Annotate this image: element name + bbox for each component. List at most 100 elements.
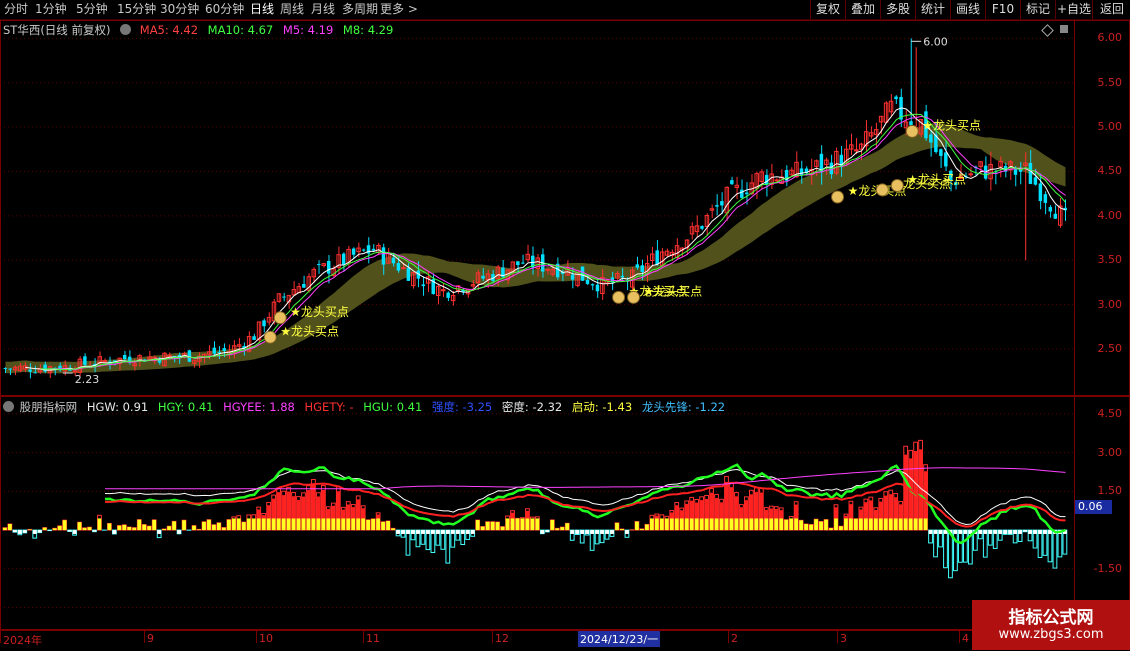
candle-body [73, 371, 76, 372]
tab-10[interactable]: 更多 > [380, 1, 418, 18]
indicator-bar-neg-top [1003, 530, 1007, 534]
tab-9[interactable]: 多周期 [342, 1, 378, 18]
indicator-bar-low [710, 518, 714, 530]
indicator-bar-neg-top [959, 530, 963, 534]
candle-body [446, 293, 449, 298]
candle-body [103, 361, 106, 362]
buy-signal-label: ★龙头买点 [644, 284, 703, 298]
toolbar-button-4[interactable]: 画线 [950, 0, 985, 19]
indicator-chart[interactable] [0, 397, 1074, 629]
indicator-bar-neg-top [595, 530, 599, 534]
toolbar-button-7[interactable]: +自选 [1055, 0, 1092, 19]
indicator-bar-low [645, 524, 649, 530]
watermark-title: 指标公式网 [972, 603, 1130, 628]
date-tick-mark [256, 631, 257, 643]
indicator-bar-low [904, 518, 908, 530]
indicator-bar-low [565, 523, 569, 530]
indicator-bar-low [142, 525, 146, 530]
indicator-bar-low [481, 527, 485, 530]
toolbar-button-8[interactable]: 返回 [1092, 0, 1130, 19]
price-chart[interactable]: 6.002.23★龙头买点★龙头买点★龙头买点★龙头买点★龙头买点★龙头买点★龙… [0, 21, 1074, 395]
candle-body [765, 175, 768, 185]
tab-5[interactable]: 60分钟 [205, 1, 244, 18]
indicator-bar-low [829, 528, 833, 530]
indicator-bar-low [182, 520, 186, 530]
tab-4[interactable]: 30分钟 [160, 1, 199, 18]
toolbar-button-6[interactable]: 标记 [1020, 0, 1055, 19]
indicator-bar-low [122, 525, 126, 530]
indicator-bar-neg [1058, 530, 1062, 557]
toolbar-button-0[interactable]: 复权 [810, 0, 845, 19]
indicator-bar-neg-top [426, 530, 430, 534]
indicator-bar-low [809, 525, 813, 530]
tab-2[interactable]: 5分钟 [76, 1, 108, 18]
indicator-bar-neg [1048, 530, 1052, 562]
indicator-bar-low [749, 518, 753, 530]
tab-8[interactable]: 月线 [311, 1, 335, 18]
toolbar-button-5[interactable]: F10 [985, 0, 1020, 19]
indicator-bar-low [237, 518, 241, 530]
money-bag-icon [891, 179, 903, 191]
indicator-bar-low [685, 518, 689, 530]
low-price-label: 2.23 [75, 373, 100, 386]
indicator-bar-low [292, 518, 296, 530]
money-bag-icon [274, 312, 286, 324]
selected-date[interactable]: 2024/12/23/一 [578, 631, 660, 647]
indicator-bar-neg-top [585, 530, 589, 534]
tab-6[interactable]: 日线 [250, 1, 274, 18]
indicator-bar-low [759, 518, 763, 530]
candle-body [571, 275, 574, 280]
tab-7[interactable]: 周线 [280, 1, 304, 18]
tab-0[interactable]: 分时 [4, 1, 28, 18]
watermark-url: www.zbgs3.com [972, 627, 1130, 642]
candle-body [855, 150, 858, 151]
indicator-bar-low [147, 526, 151, 530]
tab-3[interactable]: 15分钟 [117, 1, 156, 18]
candle-body [317, 264, 320, 265]
indicator-bar-low [550, 520, 554, 530]
indicator-bar-neg-top [978, 530, 982, 534]
toolbar-button-2[interactable]: 多股 [880, 0, 915, 19]
tab-1[interactable]: 1分钟 [35, 1, 67, 18]
indicator-bar-neg [1053, 530, 1057, 568]
price-tick: 4.00 [1082, 209, 1122, 222]
indicator-bar-low [769, 518, 773, 530]
indicator-bar-low [287, 518, 291, 530]
indicator-bar-low [162, 529, 166, 530]
indicator-bar-low [302, 518, 306, 530]
indicator-bar-low [869, 518, 873, 530]
candle-body [252, 336, 255, 340]
indicator-bar-low [849, 518, 853, 530]
indicator-bar-low [784, 520, 788, 530]
indicator-bar-neg [1038, 530, 1042, 557]
indicator-bar-low [635, 522, 639, 531]
indicator-bar-low [272, 518, 276, 530]
indicator-bar-low [172, 521, 176, 530]
candle-body [1014, 169, 1017, 174]
toolbar-button-3[interactable]: 统计 [915, 0, 950, 19]
indicator-bar-neg-top [421, 530, 425, 534]
candle-body [382, 247, 385, 264]
indicator-bar-low [326, 518, 330, 530]
indicator-bar-low [307, 518, 311, 530]
indicator-bar-low [222, 528, 226, 530]
indicator-bar-low [745, 518, 749, 530]
indicator-bar-neg-top [157, 530, 161, 534]
indicator-bar-low [536, 518, 540, 530]
indicator-bar-low [675, 518, 679, 530]
toolbar-button-1[interactable]: 叠加 [845, 0, 880, 19]
date-tick-mark [363, 631, 364, 643]
indicator-bar-low [665, 518, 669, 530]
indicator-bar-neg-top [929, 530, 933, 534]
m5-line [50, 116, 1065, 369]
candle-body [655, 250, 658, 264]
indicator-bar-neg-top [68, 530, 72, 531]
candle-body [546, 269, 549, 270]
indicator-bar-low [894, 518, 898, 530]
candle-body [621, 276, 624, 278]
candle-body [362, 250, 365, 251]
buy-signal-label: ★龙头买点 [280, 324, 339, 338]
indicator-bar-low [839, 526, 843, 530]
indicator-bar-neg-top [451, 530, 455, 534]
price-tick: 4.50 [1082, 164, 1122, 177]
